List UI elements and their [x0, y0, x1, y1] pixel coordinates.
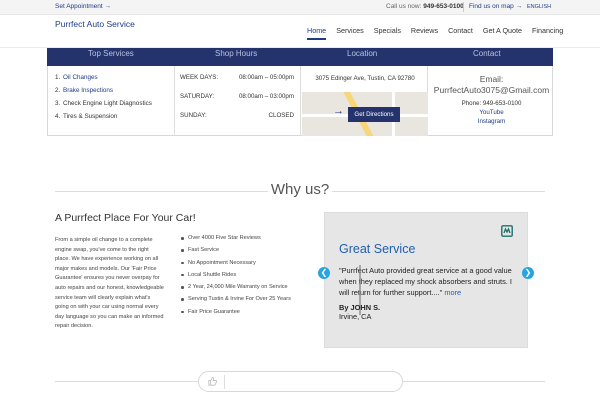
hours-row: SUNDAY: CLOSED — [180, 112, 294, 131]
quote-text: "Purrfect Auto provided great service at… — [339, 266, 512, 297]
hours-row: SATURDAY: 08:00am – 03:00pm — [180, 93, 294, 112]
hours-day: WEEK DAYS: — [180, 74, 219, 81]
directions-arrow-icon: → — [333, 105, 344, 117]
contact-block: Email: PurrfectAuto3075@Gmail.com Phone:… — [429, 74, 554, 125]
set-appointment-link[interactable]: Set Appointment → — [55, 3, 111, 10]
reviewer-name: By JOHN S. — [339, 303, 381, 312]
language-selector[interactable]: ENGLISH — [527, 4, 551, 10]
feature-item: 2 Year, 24,000 Mile Warranty on Service — [181, 283, 293, 292]
reviewer-location: Irvine, CA — [339, 312, 372, 321]
column-divider — [174, 66, 175, 136]
nav-get-a-quote[interactable]: Get A Quote — [483, 26, 522, 40]
top-services-list: 1. Oil Changes 2. Brake Inspections 3. Chec… — [55, 74, 152, 126]
service-item: 1. Oil Changes — [55, 74, 152, 87]
feature-item: No Appointment Necessary — [181, 259, 293, 268]
call-label: Call us now: — [386, 3, 422, 10]
feature-item: Fair Price Guarantee — [181, 308, 293, 317]
call-now-text: Call us now: 949-653-0100 — [386, 3, 464, 10]
feature-item: Fast Service — [181, 246, 293, 255]
hours-time: 08:00am – 03:00pm — [238, 93, 294, 100]
instagram-link[interactable]: Instagram — [429, 118, 554, 125]
service-number: 1. — [55, 74, 61, 81]
hours-day: SATURDAY: — [180, 93, 215, 100]
section-divider — [55, 381, 198, 382]
column-divider — [300, 66, 301, 136]
service-number: 3. — [55, 100, 61, 107]
find-on-map-link[interactable]: Find us on map → — [469, 3, 522, 10]
why-subtitle: A Purrfect Place For Your Car! — [55, 212, 196, 224]
location-address: 3075 Edinger Ave, Tustin, CA 92780 — [315, 75, 415, 82]
service-link-brake-inspections[interactable]: Brake Inspections — [63, 87, 113, 94]
carousel-next-icon[interactable]: ❯ — [522, 267, 534, 279]
service-check-engine: Check Engine Light Diagnostics — [63, 100, 152, 107]
nav-financing[interactable]: Financing — [532, 26, 563, 40]
features-list: Over 4000 Five Star Reviews Fast Service… — [181, 234, 293, 320]
why-paragraph: From a simple oil change to a complete e… — [55, 237, 164, 330]
section-divider — [403, 381, 545, 382]
email-label: Email: — [479, 74, 504, 84]
topbar-divider — [463, 2, 464, 12]
service-number: 2. — [55, 87, 61, 94]
contact-phone[interactable]: Phone: 949-653-0100 — [429, 100, 554, 107]
reviews-logo-icon — [501, 225, 513, 237]
hours-time: CLOSED — [268, 112, 294, 119]
service-link-oil-changes[interactable]: Oil Changes — [63, 74, 98, 81]
hours-row: WEEK DAYS: 08:00am – 05:00pm — [180, 74, 294, 93]
youtube-link[interactable]: YouTube — [429, 109, 554, 116]
shop-hours: WEEK DAYS: 08:00am – 05:00pm SATURDAY: 0… — [180, 74, 294, 131]
nav-specials[interactable]: Specials — [374, 26, 401, 40]
shop-hours-heading: Shop Hours — [215, 49, 258, 58]
nav-home[interactable]: Home — [307, 26, 327, 40]
bottom-section-tab[interactable] — [198, 371, 403, 392]
main-nav: Home Services Specials Reviews Contact G… — [307, 26, 573, 40]
info-strip: 1. Oil Changes 2. Brake Inspections 3. Chec… — [47, 66, 553, 136]
call-number[interactable]: 949-653-0100 — [423, 3, 463, 10]
service-tires: Tires & Suspension — [63, 113, 118, 120]
hours-day: SUNDAY: — [180, 112, 207, 119]
email-address[interactable]: PurrfectAuto3075@Gmail.com — [429, 85, 554, 95]
service-item: 2. Brake Inspections — [55, 87, 152, 100]
carousel-prev-icon[interactable]: ❮ — [318, 267, 330, 279]
hours-time: 08:00am – 05:00pm — [238, 74, 294, 81]
testimonial-quote: "Purrfect Auto provided great service at… — [339, 265, 519, 298]
thumbs-up-icon — [208, 376, 217, 386]
nav-reviews[interactable]: Reviews — [411, 26, 438, 40]
feature-item: Over 4000 Five Star Reviews — [181, 234, 293, 243]
site-header: Purrfect Auto Service Home Services Spec… — [0, 15, 600, 48]
service-number: 4. — [55, 113, 61, 120]
info-strip-header: Top Services Shop Hours Location Contact — [47, 48, 553, 66]
read-more-link[interactable]: more — [444, 288, 461, 297]
top-utility-bar: Set Appointment → Call us now: 949-653-0… — [0, 0, 600, 15]
location-map[interactable]: → Get Directions — [302, 92, 428, 136]
nav-contact[interactable]: Contact — [448, 26, 473, 40]
testimonial-card: Great Service "Purrfect Auto provided gr… — [324, 212, 528, 348]
nav-services[interactable]: Services — [336, 26, 364, 40]
feature-item: Serving Tustin & Irvine For Over 25 Year… — [181, 295, 293, 304]
pill-divider — [224, 375, 225, 389]
top-services-heading: Top Services — [88, 49, 134, 58]
service-item: 4. Tires & Suspension — [55, 113, 152, 126]
service-item: 3. Check Engine Light Diagnostics — [55, 100, 152, 113]
location-heading: Location — [347, 49, 378, 58]
section-divider — [332, 191, 545, 192]
feature-item: Local Shuttle Rides — [181, 271, 293, 280]
testimonial-heading: Great Service — [339, 242, 416, 256]
section-divider — [55, 191, 268, 192]
get-directions-button[interactable]: Get Directions — [348, 107, 400, 122]
why-us-title: Why us? — [270, 181, 330, 198]
site-logo[interactable]: Purrfect Auto Service — [55, 19, 135, 29]
contact-heading: Contact — [473, 49, 501, 58]
